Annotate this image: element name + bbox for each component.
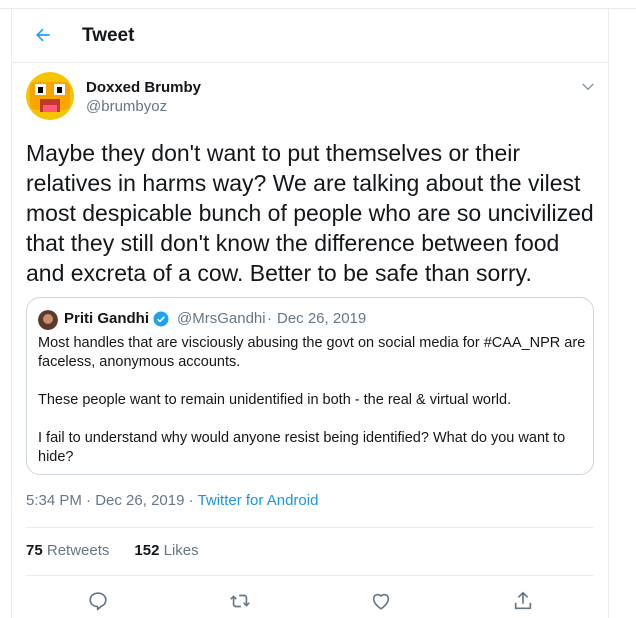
author-avatar[interactable] [26,72,74,120]
separator-dot: · [86,492,92,509]
separator-dot: · [188,492,194,509]
divider [26,527,594,528]
retweets-stat[interactable]: 75 Retweets [26,542,109,559]
retweets-count: 75 [26,542,43,559]
more-options-button[interactable] [579,78,597,96]
quoted-paragraph: Most handles that are visciously abusing… [38,335,586,370]
tweet-time[interactable]: 5:34 PM [26,492,82,509]
page-header: Tweet [11,9,609,63]
chevron-down-icon [582,83,594,91]
engagement-stats: 75 Retweets 152 Likes [26,542,199,559]
separator-dot: · [267,310,272,327]
reply-button[interactable] [87,590,109,612]
retweet-button[interactable] [229,590,251,612]
reply-icon [89,592,107,611]
divider [26,575,594,576]
share-icon [514,591,532,610]
quoted-tweet-text: Most handles that are visciously abusing… [38,334,586,467]
quoted-tweet[interactable]: Priti Gandhi @MrsGandhi · Dec 26, 2019 M… [26,297,594,475]
author-name[interactable]: Doxxed Brumby [86,79,201,96]
likes-label: Likes [163,542,199,559]
like-button[interactable] [370,590,392,612]
tweet-text: Maybe they don't want to put themselves … [26,140,594,286]
quoted-author-handle: @MrsGandhi [177,310,266,327]
verified-badge-icon [152,310,170,328]
tweet-metadata: 5:34 PM · Dec 26, 2019 · Twitter for And… [26,492,318,509]
quoted-author-avatar [38,310,58,330]
like-icon [372,593,390,610]
author-handle[interactable]: @brumbyoz [86,98,167,115]
quoted-paragraph: I fail to understand why would anyone re… [38,430,566,465]
likes-stat[interactable]: 152 Likes [134,542,198,559]
back-arrow-icon [36,28,50,42]
page-title: Tweet [82,25,135,46]
likes-count: 152 [134,542,160,559]
quoted-author-name: Priti Gandhi [64,310,150,327]
quoted-date: Dec 26, 2019 [277,310,367,327]
share-button[interactable] [512,590,534,612]
tweet-date[interactable]: Dec 26, 2019 [95,492,184,509]
back-button[interactable] [32,24,54,46]
tweet-source-link[interactable]: Twitter for Android [198,492,319,509]
retweets-label: Retweets [46,542,110,559]
quoted-paragraph: These people want to remain unidentified… [38,392,512,408]
retweet-icon [230,594,250,608]
